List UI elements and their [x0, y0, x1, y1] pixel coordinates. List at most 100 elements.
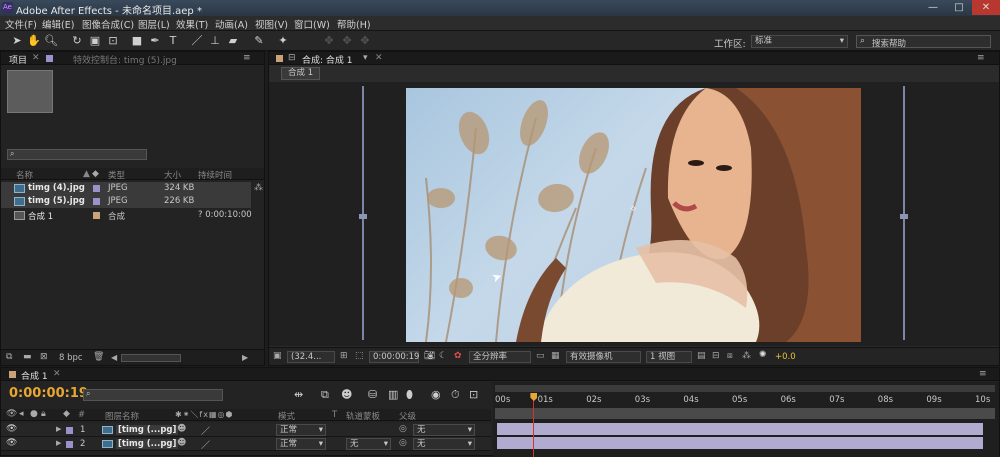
expand-arrow-icon[interactable]: ▶ — [56, 425, 61, 433]
panel-menu-icon[interactable]: ≡ — [243, 53, 251, 63]
timeline-graph-area[interactable]: 00s 01s 02s 03s 04s 05s 06s 07s 08s 09s … — [493, 382, 999, 457]
roto-brush-tool-icon[interactable]: ✎ — [252, 34, 266, 48]
menu-effect[interactable]: 效果(T) — [176, 17, 208, 31]
menu-layer[interactable]: 图层(L) — [138, 17, 170, 31]
exposure-icon[interactable]: ✺ — [759, 350, 767, 360]
hide-shy-layers-icon[interactable]: ☻ — [341, 388, 352, 401]
mask-visibility-icon[interactable]: ⬚ — [355, 351, 364, 361]
snapshot-camera-icon[interactable]: 📷︎ — [424, 351, 435, 361]
close-icon[interactable]: ✕ — [32, 53, 40, 63]
brush-tool-icon[interactable]: ／ — [190, 34, 204, 48]
tab-composition[interactable]: 合成: 合成 1 — [302, 53, 352, 66]
viewer-area[interactable]: ✧ ➤ — [269, 82, 999, 346]
time-ruler[interactable]: 00s 01s 02s 03s 04s 05s 06s 07s 08s 09s … — [493, 393, 999, 407]
column-name[interactable]: 名称 — [16, 169, 33, 181]
layer-name[interactable]: [timg (...pg] — [116, 439, 179, 449]
layer-name[interactable]: [timg (...pg] — [116, 425, 179, 435]
menu-animation[interactable]: 动画(A) — [215, 17, 248, 31]
video-eye-icon[interactable]: 👁︎ — [6, 438, 17, 448]
new-composition-icon[interactable]: ⊠ — [40, 352, 48, 362]
transparency-grid-icon[interactable]: ▦ — [551, 351, 560, 361]
column-mode[interactable]: 模式 — [278, 410, 295, 422]
close-button[interactable]: ✕ — [972, 0, 1000, 15]
time-navigator[interactable] — [495, 385, 995, 392]
quality-switch-icon[interactable]: ／ — [201, 424, 210, 437]
column-t[interactable]: T — [332, 410, 337, 420]
trash-icon[interactable]: 🗑︎ — [93, 352, 104, 362]
shy-switch-icon[interactable]: ☻ — [177, 438, 186, 448]
right-guide-handle[interactable] — [900, 214, 908, 219]
auto-keyframe-icon[interactable]: ◉ — [431, 388, 441, 401]
eraser-tool-icon[interactable]: ▰ — [226, 34, 240, 48]
pen-tool-icon[interactable]: ✒ — [148, 34, 162, 48]
menu-composition[interactable]: 图像合成(C) — [82, 17, 134, 31]
blend-mode-dropdown[interactable]: 正常 ▾ — [276, 438, 326, 450]
axis-view-icon[interactable]: ✥ — [358, 34, 372, 48]
maximize-button[interactable]: □ — [946, 0, 972, 15]
label-color[interactable] — [66, 441, 73, 448]
expand-arrow-icon[interactable]: ▶ — [56, 439, 61, 447]
magnification-dropdown[interactable]: (32.4... — [287, 351, 335, 363]
safe-zones-icon[interactable]: ⊞ — [340, 351, 348, 361]
menu-view[interactable]: 视图(V) — [255, 17, 288, 31]
timeline-icon[interactable]: ⧈ — [727, 351, 733, 361]
always-preview-icon[interactable]: ▣ — [273, 351, 282, 361]
menu-window[interactable]: 窗口(W) — [294, 17, 330, 31]
label-color[interactable] — [66, 427, 73, 434]
axis-world-icon[interactable]: ✥ — [340, 34, 354, 48]
brainstorm-icon[interactable]: ⬮ — [406, 388, 413, 402]
layer-switches-icons[interactable]: ✱⁕＼fx▦◎⬢ — [175, 409, 233, 420]
left-guide-handle[interactable] — [359, 214, 367, 219]
panel-menu-icon[interactable]: ≡ — [979, 369, 987, 379]
list-item[interactable]: 合成 1 合成 ? 0:00:10:00 — [1, 209, 252, 222]
comp-subtab[interactable]: 合成 1 — [281, 67, 321, 80]
current-time-field[interactable]: 0:00:00:19 — [369, 351, 419, 363]
lock-icon[interactable]: ⊟ — [288, 53, 296, 63]
table-row[interactable]: 👁︎ ▶ 2 [timg (...pg] ☻ ／ 正常 ▾ 无 ▾ ◎ 无 ▾ — [1, 437, 491, 451]
menu-help[interactable]: 帮助(H) — [337, 17, 371, 31]
close-icon[interactable]: ✕ — [53, 369, 61, 379]
menu-edit[interactable]: 编辑(E) — [42, 17, 74, 31]
scroll-left-icon[interactable]: ◀ — [111, 353, 117, 362]
tab-dropdown-icon[interactable]: ▾ — [363, 53, 368, 63]
quality-switch-icon[interactable]: ／ — [201, 438, 210, 451]
rectangle-tool-icon[interactable]: ■ — [130, 34, 144, 48]
current-time-indicator[interactable] — [533, 394, 535, 457]
tab-timeline[interactable]: 合成 1 — [21, 369, 48, 382]
parent-dropdown[interactable]: 无 ▾ — [413, 424, 475, 436]
camera-dropdown[interactable]: 有效摄像机 — [566, 351, 641, 363]
rotate-tool-icon[interactable]: ↻ — [70, 34, 84, 48]
motion-blur-icon[interactable]: ▥ — [388, 388, 398, 401]
column-layer-name[interactable]: 图层名称 — [105, 410, 139, 422]
menu-file[interactable]: 文件(F) — [5, 17, 37, 31]
label-tag-icon[interactable]: ◆ — [63, 409, 70, 419]
bit-depth[interactable]: 8 bpc — [59, 353, 83, 363]
column-parent[interactable]: 父级 — [399, 410, 416, 422]
track-matte-dropdown[interactable]: 无 ▾ — [346, 438, 391, 450]
blend-mode-dropdown[interactable]: 正常 ▾ — [276, 424, 326, 436]
view-layout-dropdown[interactable]: 1 视图 — [646, 351, 692, 363]
table-row[interactable]: 👁︎ ▶ 1 [timg (...pg] ☻ ／ 正常 ▾ ◎ 无 ▾ — [1, 423, 491, 437]
axis-local-icon[interactable]: ✥ — [322, 34, 336, 48]
graph-editor-icon[interactable]: ⊡ — [469, 388, 478, 401]
clone-stamp-tool-icon[interactable]: ⊥ — [208, 34, 222, 48]
work-area-bar[interactable] — [495, 408, 995, 419]
list-item[interactable]: timg (5).jpg JPEG 226 KB — [1, 195, 251, 208]
project-search-input[interactable]: ⌕ — [7, 149, 147, 160]
toggle-pixel-aspect-icon[interactable]: ▤ — [697, 351, 706, 361]
parent-pickwhip-icon[interactable]: ◎ — [399, 424, 407, 434]
selection-tool-icon[interactable]: ➤ — [10, 34, 24, 48]
scroll-right-icon[interactable]: ▶ — [242, 353, 248, 362]
tab-project[interactable]: 项目 — [9, 53, 27, 66]
exposure-value[interactable]: +0.0 — [775, 352, 796, 362]
close-icon[interactable]: ✕ — [375, 53, 383, 63]
column-track-matte[interactable]: 轨道蒙板 — [346, 410, 380, 422]
show-snapshot-icon[interactable]: ☾ — [439, 351, 447, 361]
solo-icon[interactable]: ● — [30, 409, 38, 419]
timeline-current-time[interactable]: 0:00:00:19 — [9, 386, 88, 401]
layer-1-duration-bar[interactable] — [497, 423, 983, 435]
hand-tool-icon[interactable]: ✋ — [27, 34, 41, 48]
workspace-dropdown[interactable]: 标准 ▾ — [751, 35, 848, 48]
help-search-field[interactable]: ⌕ 搜索帮助 — [856, 35, 991, 49]
video-eye-icon[interactable]: 👁︎ — [6, 409, 17, 419]
